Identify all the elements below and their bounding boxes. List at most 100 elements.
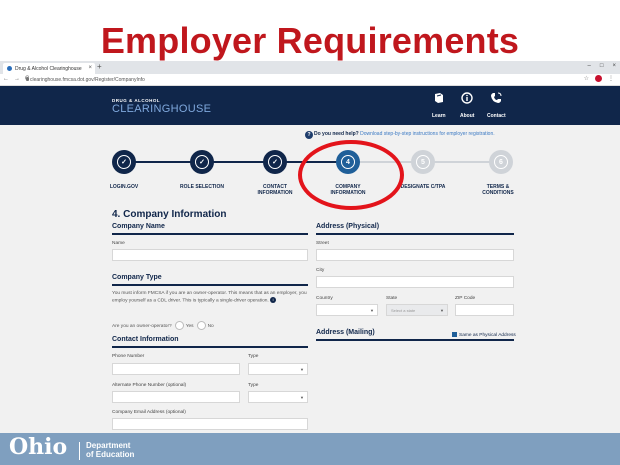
- footer-divider: [79, 442, 80, 460]
- check-icon: ✓: [199, 159, 205, 166]
- window-controls: – □ ×: [588, 63, 616, 69]
- window-close-button[interactable]: ×: [612, 63, 616, 69]
- favicon-icon: [7, 66, 12, 71]
- site-header: DRUG & ALCOHOL CLEARINGHOUSE Learn About…: [0, 86, 620, 125]
- state-label: State: [386, 296, 398, 301]
- step-2-label: ROLE SELECTION: [180, 184, 224, 190]
- phone-input[interactable]: [112, 363, 240, 375]
- ohio-logo: Ohio: [9, 434, 68, 460]
- company-type-title: Company Type: [112, 274, 162, 281]
- brand-logo[interactable]: CLEARINGHOUSE: [112, 103, 211, 115]
- step-1-circle: ✓: [112, 150, 136, 174]
- step-3-label: CONTACT INFORMATION: [257, 184, 293, 196]
- section-rule: [316, 339, 514, 341]
- tab-title: Drug & Alcohol Clearinghouse: [15, 66, 82, 72]
- back-arrow-icon[interactable]: ←: [3, 76, 9, 82]
- slide: Employer Requirements Drug & Alcohol Cle…: [0, 0, 620, 465]
- nav-about[interactable]: About: [460, 92, 474, 119]
- info-icon[interactable]: i: [270, 297, 277, 303]
- check-icon: ✓: [272, 159, 278, 166]
- alt-phone-input[interactable]: [112, 391, 240, 403]
- zip-input[interactable]: [455, 304, 514, 316]
- help-download-link[interactable]: Download step-by-step instructions for e…: [360, 131, 495, 137]
- section-rule: [316, 233, 514, 235]
- street-input[interactable]: [316, 249, 514, 261]
- step-3-circle: ✓: [263, 150, 287, 174]
- profile-icon[interactable]: [595, 75, 602, 82]
- city-label: City: [316, 268, 325, 273]
- browser-tab[interactable]: Drug & Alcohol Clearinghouse ×: [3, 63, 95, 74]
- email-label: Company Email Address (optional): [112, 410, 186, 415]
- section-rule: [112, 284, 308, 286]
- chevron-down-icon: ▼: [300, 395, 304, 400]
- address-physical-title: Address (Physical): [316, 223, 380, 230]
- info-icon: [461, 92, 473, 108]
- owner-operator-info: You must inform FMCSA if you are an owne…: [112, 290, 312, 304]
- city-input[interactable]: [316, 276, 514, 288]
- section-rule: [112, 346, 308, 348]
- company-name-title: Company Name: [112, 223, 165, 230]
- phone-icon: [490, 92, 502, 108]
- star-icon[interactable]: ☆: [584, 75, 589, 82]
- nav-learn[interactable]: Learn: [432, 92, 446, 119]
- help-icon: ?: [305, 131, 313, 139]
- alt-phone-type-select[interactable]: ▼: [248, 391, 308, 403]
- footer-band: Ohio Department of Education: [0, 433, 620, 465]
- radio-no-label: No: [207, 323, 214, 329]
- step-6-label: TERMS & CONDITIONS: [482, 184, 514, 196]
- step-5-number: 5: [416, 155, 430, 169]
- type-label: Type: [248, 354, 259, 359]
- phone-type-select[interactable]: ▼: [248, 363, 308, 375]
- menu-icon[interactable]: ⋮: [608, 75, 614, 82]
- chevron-down-icon: ▼: [440, 308, 444, 313]
- company-name-input[interactable]: [112, 249, 308, 261]
- step-1-label: LOGIN.GOV: [109, 184, 139, 190]
- country-select[interactable]: ▼: [316, 304, 378, 316]
- alt-phone-label: Alternate Phone Number (optional): [112, 383, 187, 388]
- nav-contact-label: Contact: [487, 113, 506, 119]
- step-6-circle: 6: [489, 150, 513, 174]
- new-tab-button[interactable]: +: [97, 63, 102, 71]
- radio-yes[interactable]: [174, 321, 184, 330]
- same-address-option[interactable]: Same as Physical Address: [452, 332, 516, 338]
- forward-arrow-icon[interactable]: →: [14, 76, 20, 82]
- address-mailing-title: Address (Mailing): [316, 329, 375, 336]
- chevron-down-icon: ▼: [300, 367, 304, 372]
- nav-learn-label: Learn: [432, 113, 446, 119]
- owner-operator-question: Are you an owner-operator?: [112, 323, 172, 329]
- name-label: Name: [112, 241, 125, 246]
- radio-no[interactable]: [196, 321, 206, 330]
- browser-tab-bar: Drug & Alcohol Clearinghouse × + – □ ×: [0, 61, 620, 74]
- country-label: Country: [316, 296, 333, 301]
- dept-line-2: of Education: [86, 450, 135, 459]
- address-bar-actions: ☆ ⋮: [584, 75, 614, 82]
- step-5-circle: 5: [411, 150, 435, 174]
- section-rule: [112, 233, 308, 235]
- radio-yes-label: Yes: [185, 323, 194, 329]
- email-input[interactable]: [112, 418, 308, 430]
- contact-info-title: Contact Information: [112, 336, 179, 343]
- form-heading: 4. Company Information: [112, 209, 227, 220]
- state-select[interactable]: Select a state ▼: [386, 304, 448, 316]
- state-placeholder: Select a state: [391, 308, 416, 313]
- zip-label: ZIP Code: [455, 296, 476, 301]
- highlight-oval: [298, 140, 404, 210]
- same-address-checkbox[interactable]: [452, 332, 457, 337]
- phone-label: Phone Number: [112, 354, 145, 359]
- url-field[interactable]: clearinghouse.fmcsa.dot.gov/Register/Com…: [30, 77, 145, 83]
- same-address-label: Same as Physical Address: [459, 332, 516, 338]
- type2-label: Type: [248, 383, 259, 388]
- close-icon[interactable]: ×: [88, 65, 92, 71]
- lock-icon: [26, 77, 29, 81]
- address-bar: ← → C clearinghouse.fmcsa.dot.gov/Regist…: [0, 74, 620, 86]
- maximize-button[interactable]: □: [600, 63, 604, 69]
- nav-contact[interactable]: Contact: [487, 92, 506, 119]
- book-icon: [433, 92, 445, 108]
- help-bold: Do you need help?: [314, 131, 359, 137]
- minimize-button[interactable]: –: [588, 63, 591, 69]
- owner-operator-paragraph: You must inform FMCSA if you are an owne…: [112, 291, 307, 304]
- nav-about-label: About: [460, 113, 475, 119]
- street-label: Street: [316, 241, 329, 246]
- slide-title: Employer Requirements: [100, 20, 520, 61]
- department-name: Department of Education: [86, 441, 134, 459]
